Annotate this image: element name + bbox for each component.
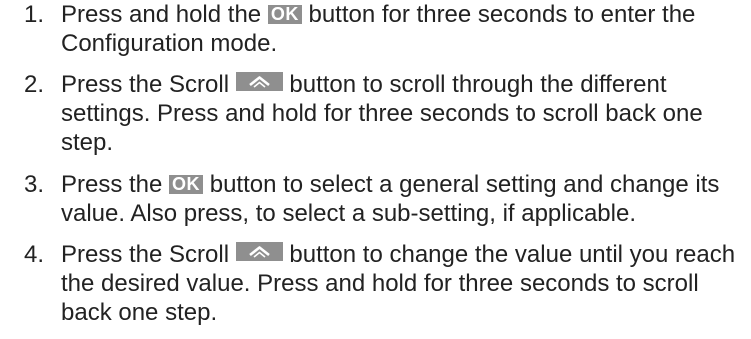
ok-button-icon: OK xyxy=(267,5,302,24)
instruction-list: 1. Press and hold the OK button for three… xyxy=(0,0,751,339)
step-text-before: Press the Scroll xyxy=(61,71,236,98)
ok-button-icon: OK xyxy=(169,175,204,194)
instruction-step-3: 3. Press the OK button to select a genera… xyxy=(0,170,751,228)
step-number: 2. xyxy=(24,71,45,98)
scroll-up-icon xyxy=(235,242,283,261)
step-number: 1. xyxy=(24,1,45,28)
step-number: 4. xyxy=(24,241,45,268)
scroll-up-icon xyxy=(235,72,283,91)
instruction-step-2: 2. Press the Scroll button to scroll thro… xyxy=(0,70,751,157)
instruction-step-1: 1. Press and hold the OK button for three… xyxy=(0,0,751,58)
instruction-step-4: 4. Press the Scroll button to change the … xyxy=(0,240,751,327)
step-text-before: Press and hold the xyxy=(61,1,268,28)
step-text-before: Press the xyxy=(61,171,170,198)
step-text-before: Press the Scroll xyxy=(61,241,236,268)
step-number: 3. xyxy=(24,171,45,198)
